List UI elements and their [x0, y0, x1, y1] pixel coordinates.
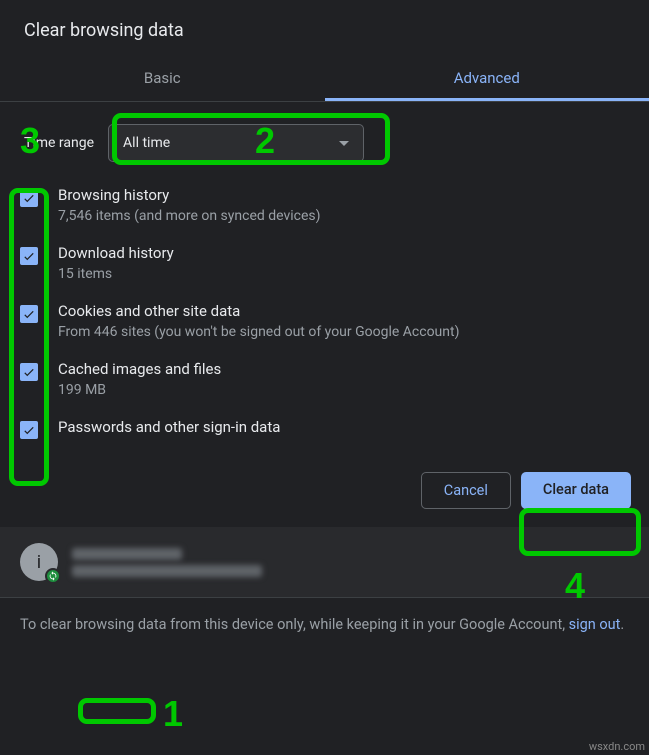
option-name: Passwords and other sign-in data: [58, 418, 280, 436]
check-icon: [22, 249, 36, 263]
time-range-dropdown[interactable]: All time: [108, 124, 364, 162]
option-text: Download history 15 items: [58, 244, 174, 282]
checkbox-passwords[interactable]: [20, 421, 38, 439]
check-icon: [22, 191, 36, 205]
option-text: Cookies and other site data From 446 sit…: [58, 302, 459, 340]
time-range-row: Time range All time: [0, 102, 649, 176]
avatar: i: [20, 543, 58, 581]
option-download-history: Download history 15 items: [20, 234, 629, 292]
account-email-blurred: [72, 565, 262, 577]
option-desc: 15 items: [58, 266, 174, 282]
time-range-label: Time range: [24, 135, 94, 151]
option-name: Download history: [58, 244, 174, 262]
footer-prefix: To clear browsing data from this device …: [20, 616, 569, 633]
option-passwords: Passwords and other sign-in data: [20, 408, 629, 450]
annotation-box-1: [78, 698, 156, 724]
watermark: wsxdn.com: [589, 740, 645, 753]
clear-data-button[interactable]: Clear data: [521, 472, 631, 509]
option-text: Browsing history 7,546 items (and more o…: [58, 186, 321, 224]
option-browsing-history: Browsing history 7,546 items (and more o…: [20, 176, 629, 234]
checkbox-cached[interactable]: [20, 363, 38, 381]
checkbox-cookies[interactable]: [20, 305, 38, 323]
option-desc: 7,546 items (and more on synced devices): [58, 208, 321, 224]
check-icon: [22, 365, 36, 379]
option-text: Passwords and other sign-in data: [58, 418, 280, 440]
dialog-title: Clear browsing data: [0, 0, 649, 55]
option-cached: Cached images and files 199 MB: [20, 350, 629, 408]
sync-badge-icon: [45, 568, 61, 584]
sign-out-link[interactable]: sign out: [569, 616, 621, 633]
option-desc: From 446 sites (you won't be signed out …: [58, 324, 459, 340]
option-name: Cookies and other site data: [58, 302, 459, 320]
cancel-button[interactable]: Cancel: [421, 472, 511, 509]
time-range-value: All time: [123, 135, 170, 151]
footer-suffix: .: [620, 616, 624, 633]
dialog-button-row: Cancel Clear data: [0, 454, 649, 527]
options-list: Browsing history 7,546 items (and more o…: [0, 176, 649, 450]
option-cookies: Cookies and other site data From 446 sit…: [20, 292, 629, 350]
option-text: Cached images and files 199 MB: [58, 360, 221, 398]
account-name-blurred: [72, 548, 182, 560]
option-desc: 199 MB: [58, 382, 221, 398]
footer-note: To clear browsing data from this device …: [0, 598, 649, 654]
clear-browsing-data-dialog: Clear browsing data Basic Advanced Time …: [0, 0, 649, 654]
avatar-letter: i: [37, 552, 41, 573]
tab-bar: Basic Advanced: [0, 55, 649, 101]
annotation-number-1: 1: [163, 693, 183, 735]
option-name: Cached images and files: [58, 360, 221, 378]
chevron-down-icon: [339, 141, 349, 146]
checkbox-download-history[interactable]: [20, 247, 38, 265]
tab-basic[interactable]: Basic: [0, 55, 325, 101]
account-lines: [72, 548, 262, 577]
check-icon: [22, 423, 36, 437]
account-area: i: [0, 527, 649, 597]
option-name: Browsing history: [58, 186, 321, 204]
checkbox-browsing-history[interactable]: [20, 189, 38, 207]
tab-advanced[interactable]: Advanced: [325, 55, 649, 101]
check-icon: [22, 307, 36, 321]
